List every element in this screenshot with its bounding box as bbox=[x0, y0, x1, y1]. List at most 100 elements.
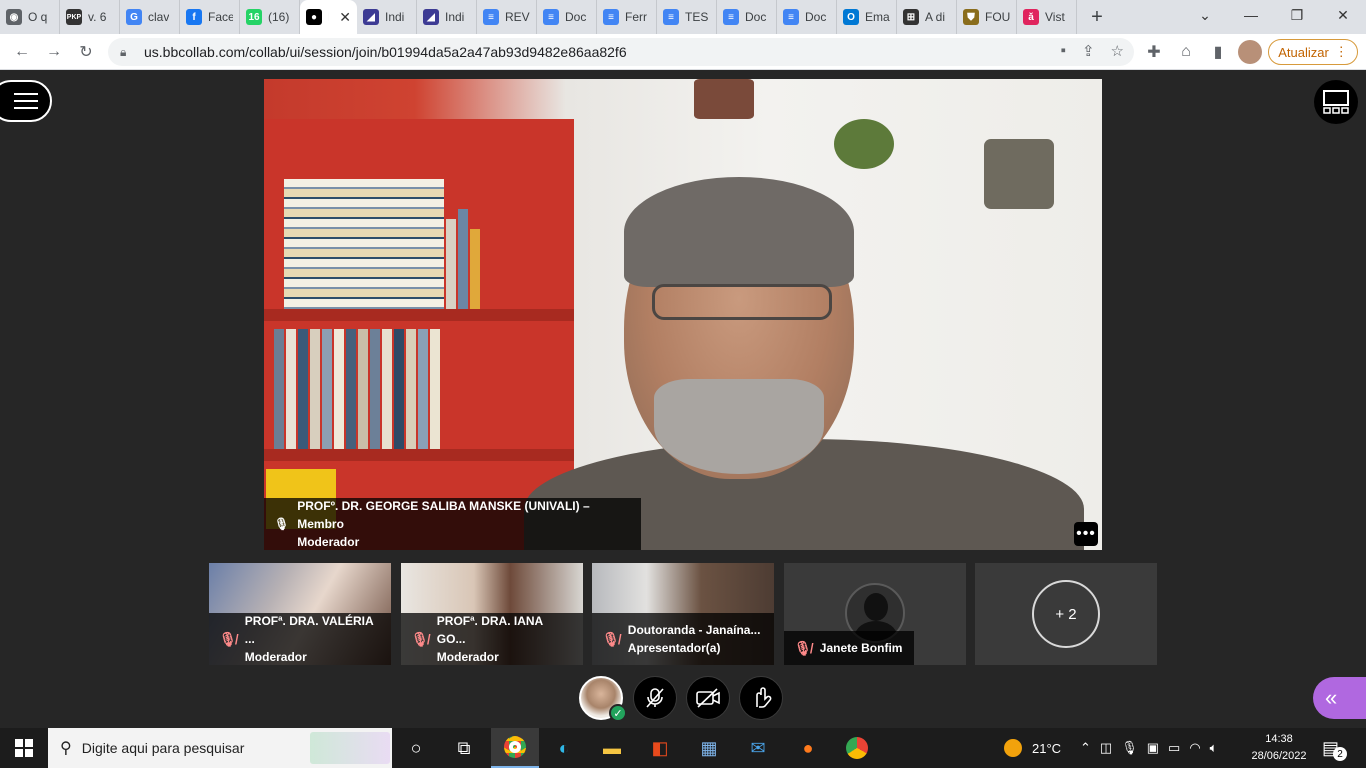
tab-title: v. 6 bbox=[88, 10, 107, 24]
firefox-icon[interactable]: ● bbox=[784, 728, 832, 768]
camera-tray-icon[interactable]: ◫ bbox=[1100, 740, 1112, 756]
file-explorer-icon[interactable]: ▬ bbox=[588, 728, 636, 768]
restore-button[interactable]: ❐ bbox=[1274, 0, 1320, 30]
camera-off-icon bbox=[696, 688, 720, 708]
system-clock[interactable]: 14:38 28/06/2022 bbox=[1248, 731, 1310, 765]
minimize-button[interactable]: — bbox=[1228, 0, 1274, 30]
browser-tab[interactable]: PKP v. 6 bbox=[60, 0, 120, 34]
participant-tile[interactable]: 🎙︎̸ Janete Bonfim bbox=[784, 563, 966, 665]
reload-icon[interactable]: ↻ bbox=[74, 40, 98, 64]
security-icon[interactable]: ▣ bbox=[1147, 740, 1159, 756]
tab-strip: ◉O qPKPv. 6GclavfFace16(16)●Ba✕◢Indi◢Ind… bbox=[0, 0, 1366, 34]
browser-tab[interactable]: ≡ Doc bbox=[717, 0, 777, 34]
browser-tab[interactable]: ● Ba ✕ bbox=[300, 0, 357, 34]
participant-role: Moderador bbox=[244, 650, 307, 664]
tab-title: Doc bbox=[565, 10, 587, 24]
share-icon[interactable]: ⇪ bbox=[1082, 42, 1095, 60]
taskbar-search-box[interactable]: ⚲ Digite aqui para pesquisar bbox=[48, 728, 392, 768]
browser-tab[interactable]: ≡ REV bbox=[477, 0, 537, 34]
participant-role: Moderador bbox=[436, 650, 499, 664]
extensions-icon[interactable]: ✚ bbox=[1142, 40, 1166, 64]
docs-icon: ≡ bbox=[603, 9, 619, 25]
tab-title: Doc bbox=[745, 10, 767, 24]
office-icon[interactable]: ◧ bbox=[636, 728, 684, 768]
battery-icon[interactable]: ▭ bbox=[1168, 740, 1180, 756]
browser-tab[interactable]: ⊞ A di bbox=[897, 0, 957, 34]
system-tray: ⌃ ◫ 🎙︎ ▣ ▭ ◠ 🔈︎ bbox=[1080, 728, 1217, 768]
browser-tab[interactable]: ◉ O q bbox=[0, 0, 60, 34]
open-collab-panel-button[interactable]: « bbox=[1313, 677, 1366, 719]
browser-tab[interactable]: O Ema bbox=[837, 0, 897, 34]
browser-tab[interactable]: ◢ Indi bbox=[357, 0, 417, 34]
bookmark-star-icon[interactable]: ☆ bbox=[1111, 42, 1124, 60]
participant-name: Doutoranda - Janaína... bbox=[627, 623, 761, 637]
tab-title: Face bbox=[208, 10, 233, 24]
participant-name: Janete Bonfim bbox=[819, 641, 903, 655]
notification-center-button[interactable]: ▤ 2 bbox=[1322, 728, 1353, 768]
new-tab-button[interactable]: + bbox=[1077, 0, 1117, 34]
participant-tile[interactable]: 🎙︎̸ Doutoranda - Janaína... Apresentador… bbox=[592, 563, 774, 665]
microphone-off-icon bbox=[646, 688, 664, 708]
microphone-toggle-button[interactable] bbox=[633, 676, 677, 720]
more-participants-count[interactable]: + 2 bbox=[1032, 580, 1100, 648]
edge-icon[interactable]: ◐ bbox=[540, 728, 588, 768]
close-tab-icon[interactable]: ✕ bbox=[339, 9, 351, 26]
cortana-icon[interactable]: ○ bbox=[392, 728, 440, 768]
mail-icon[interactable]: ✉ bbox=[734, 728, 782, 768]
participant-name-bar: 🎙︎̸ PROFª. DRA. VALÉRIA ... Moderador bbox=[209, 613, 391, 665]
browser-tab[interactable]: 16 (16) bbox=[240, 0, 300, 34]
close-window-button[interactable]: ✕ bbox=[1320, 0, 1366, 30]
browser-tab[interactable]: ◢ Indi bbox=[417, 0, 477, 34]
docs-icon: ≡ bbox=[723, 9, 739, 25]
browser-tab[interactable]: ≡ Doc bbox=[537, 0, 597, 34]
layout-toggle-button[interactable] bbox=[1314, 80, 1358, 124]
chrome-taskbar-icon[interactable] bbox=[491, 728, 539, 768]
forward-arrow-icon[interactable]: → bbox=[42, 40, 66, 64]
browser-tab[interactable]: ă Vist bbox=[1017, 0, 1077, 34]
chevron-up-icon[interactable]: ⌃ bbox=[1080, 740, 1091, 756]
chrome-profile-icon[interactable] bbox=[833, 728, 881, 768]
microphone-on-icon: 🎙︎ bbox=[274, 517, 290, 531]
browser-tab[interactable]: f Face bbox=[180, 0, 240, 34]
microphone-tray-icon[interactable]: 🎙︎ bbox=[1121, 740, 1138, 756]
raise-hand-button[interactable] bbox=[739, 676, 783, 720]
browser-tab[interactable]: ⛊ FOU bbox=[957, 0, 1017, 34]
store-icon[interactable]: ▦ bbox=[685, 728, 733, 768]
volume-icon[interactable]: 🔈︎ bbox=[1210, 740, 1218, 756]
docs-icon: ≡ bbox=[783, 9, 799, 25]
tab-search-icon[interactable]: ⌄ bbox=[1182, 0, 1228, 30]
weather-widget[interactable]: 21°C bbox=[1004, 728, 1061, 768]
task-view-icon[interactable]: ⧉ bbox=[440, 728, 488, 768]
camera-icon[interactable]: ▪ bbox=[1061, 42, 1066, 60]
profile-avatar[interactable] bbox=[1238, 40, 1262, 64]
main-speaker-video[interactable]: 🎙︎ PROFº. DR. GEORGE SALIBA MANSKE (UNIV… bbox=[264, 79, 1102, 550]
browser-tab[interactable]: ≡ TES bbox=[657, 0, 717, 34]
address-bar[interactable]: 🔒︎ us.bbcollab.com/collab/ui/session/joi… bbox=[108, 38, 1134, 66]
browser-tab[interactable]: ≡ Doc bbox=[777, 0, 837, 34]
camera-toggle-button[interactable] bbox=[686, 676, 730, 720]
wifi-icon[interactable]: ◠ bbox=[1189, 740, 1200, 756]
browser-tab[interactable]: ≡ Ferr bbox=[597, 0, 657, 34]
vist-icon: ă bbox=[1023, 9, 1039, 25]
search-highlight-image bbox=[310, 732, 390, 764]
session-menu-button[interactable] bbox=[0, 80, 52, 122]
main-speaker-name-bar: 🎙︎ PROFº. DR. GEORGE SALIBA MANSKE (UNIV… bbox=[264, 498, 641, 550]
side-panel-icon[interactable]: ▮ bbox=[1206, 40, 1230, 64]
cast-icon[interactable]: ⌂ bbox=[1174, 40, 1198, 64]
participant-tile[interactable]: 🎙︎̸ PROFª. DRA. VALÉRIA ... Moderador bbox=[209, 563, 391, 665]
search-icon: ⚲ bbox=[60, 740, 72, 757]
participant-tile[interactable]: 🎙︎̸ PROFª. DRA. IANA GO... Moderador bbox=[401, 563, 583, 665]
more-options-button[interactable]: ••• bbox=[1074, 522, 1098, 546]
windows-start-button[interactable] bbox=[0, 728, 48, 768]
clock-date: 28/06/2022 bbox=[1251, 750, 1307, 762]
more-participants-tile[interactable]: + 2 bbox=[975, 563, 1157, 665]
update-button[interactable]: Atualizar ⋮ bbox=[1268, 39, 1358, 65]
back-arrow-icon[interactable]: ← bbox=[10, 40, 34, 64]
indicator-icon: ◢ bbox=[423, 9, 439, 25]
library-icon: ⊞ bbox=[903, 9, 919, 25]
browser-tab[interactable]: Gclav bbox=[120, 0, 180, 34]
tab-title: Ferr bbox=[625, 10, 647, 24]
my-status-avatar[interactable]: ✓ bbox=[579, 676, 627, 722]
grid-layout-icon bbox=[1323, 90, 1349, 114]
url-text[interactable]: us.bbcollab.com/collab/ui/session/join/b… bbox=[144, 44, 627, 60]
